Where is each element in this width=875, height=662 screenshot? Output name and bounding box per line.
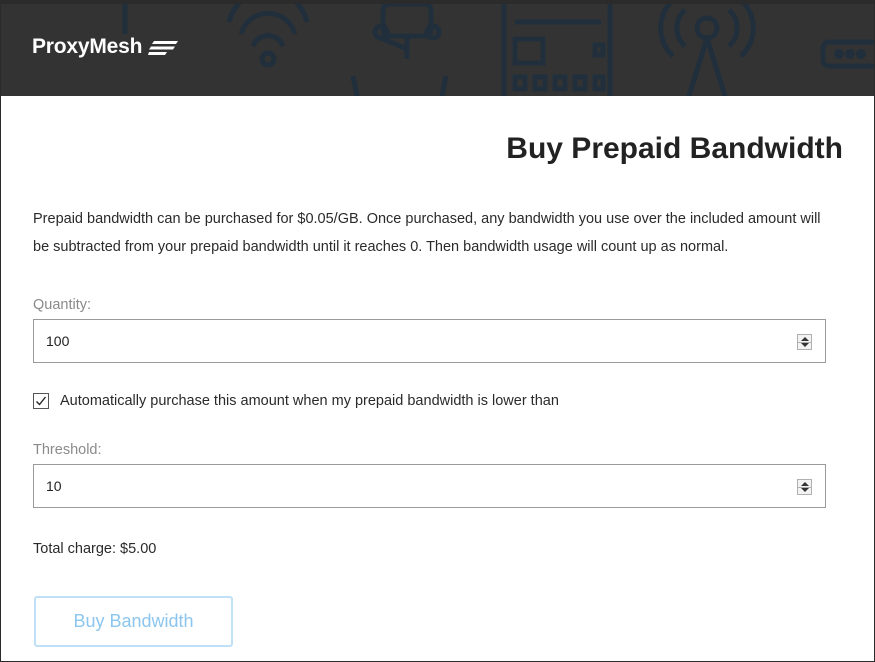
spinner-down-icon[interactable] [801, 343, 809, 347]
logo-mark-icon [148, 41, 179, 55]
antenna-icon [658, 4, 675, 58]
threshold-stepper[interactable] [797, 479, 812, 495]
auto-purchase-checkbox[interactable] [33, 393, 49, 409]
router-icon [380, 4, 434, 39]
spinner-down-icon[interactable] [801, 488, 809, 492]
site-header: ProxyMesh [1, 4, 874, 96]
auto-purchase-label: Automatically purchase this amount when … [60, 393, 559, 409]
quantity-label: Quantity: [33, 297, 92, 313]
checkmark-icon [36, 396, 47, 406]
quantity-value: 100 [46, 333, 70, 349]
page-frame: ProxyMesh Buy Prepaid Bandwidth Prepaid … [0, 0, 875, 662]
threshold-input[interactable]: 10 [33, 464, 826, 508]
threshold-value: 10 [46, 478, 62, 494]
site-logo[interactable]: ProxyMesh [32, 35, 179, 59]
quantity-stepper[interactable] [797, 334, 812, 350]
quantity-input[interactable]: 100 [33, 319, 826, 363]
spinner-up-icon[interactable] [801, 337, 809, 341]
spinner-up-icon[interactable] [801, 482, 809, 486]
page-description: Prepaid bandwidth can be purchased for $… [33, 211, 821, 255]
buy-bandwidth-button[interactable]: Buy Bandwidth [34, 596, 233, 647]
auto-purchase-row: Automatically purchase this amount when … [33, 393, 559, 409]
total-charge: Total charge: $5.00 [33, 541, 157, 557]
page-title: Buy Prepaid Bandwidth [506, 132, 843, 165]
logo-text: ProxyMesh [32, 35, 143, 58]
threshold-label: Threshold: [33, 442, 102, 458]
